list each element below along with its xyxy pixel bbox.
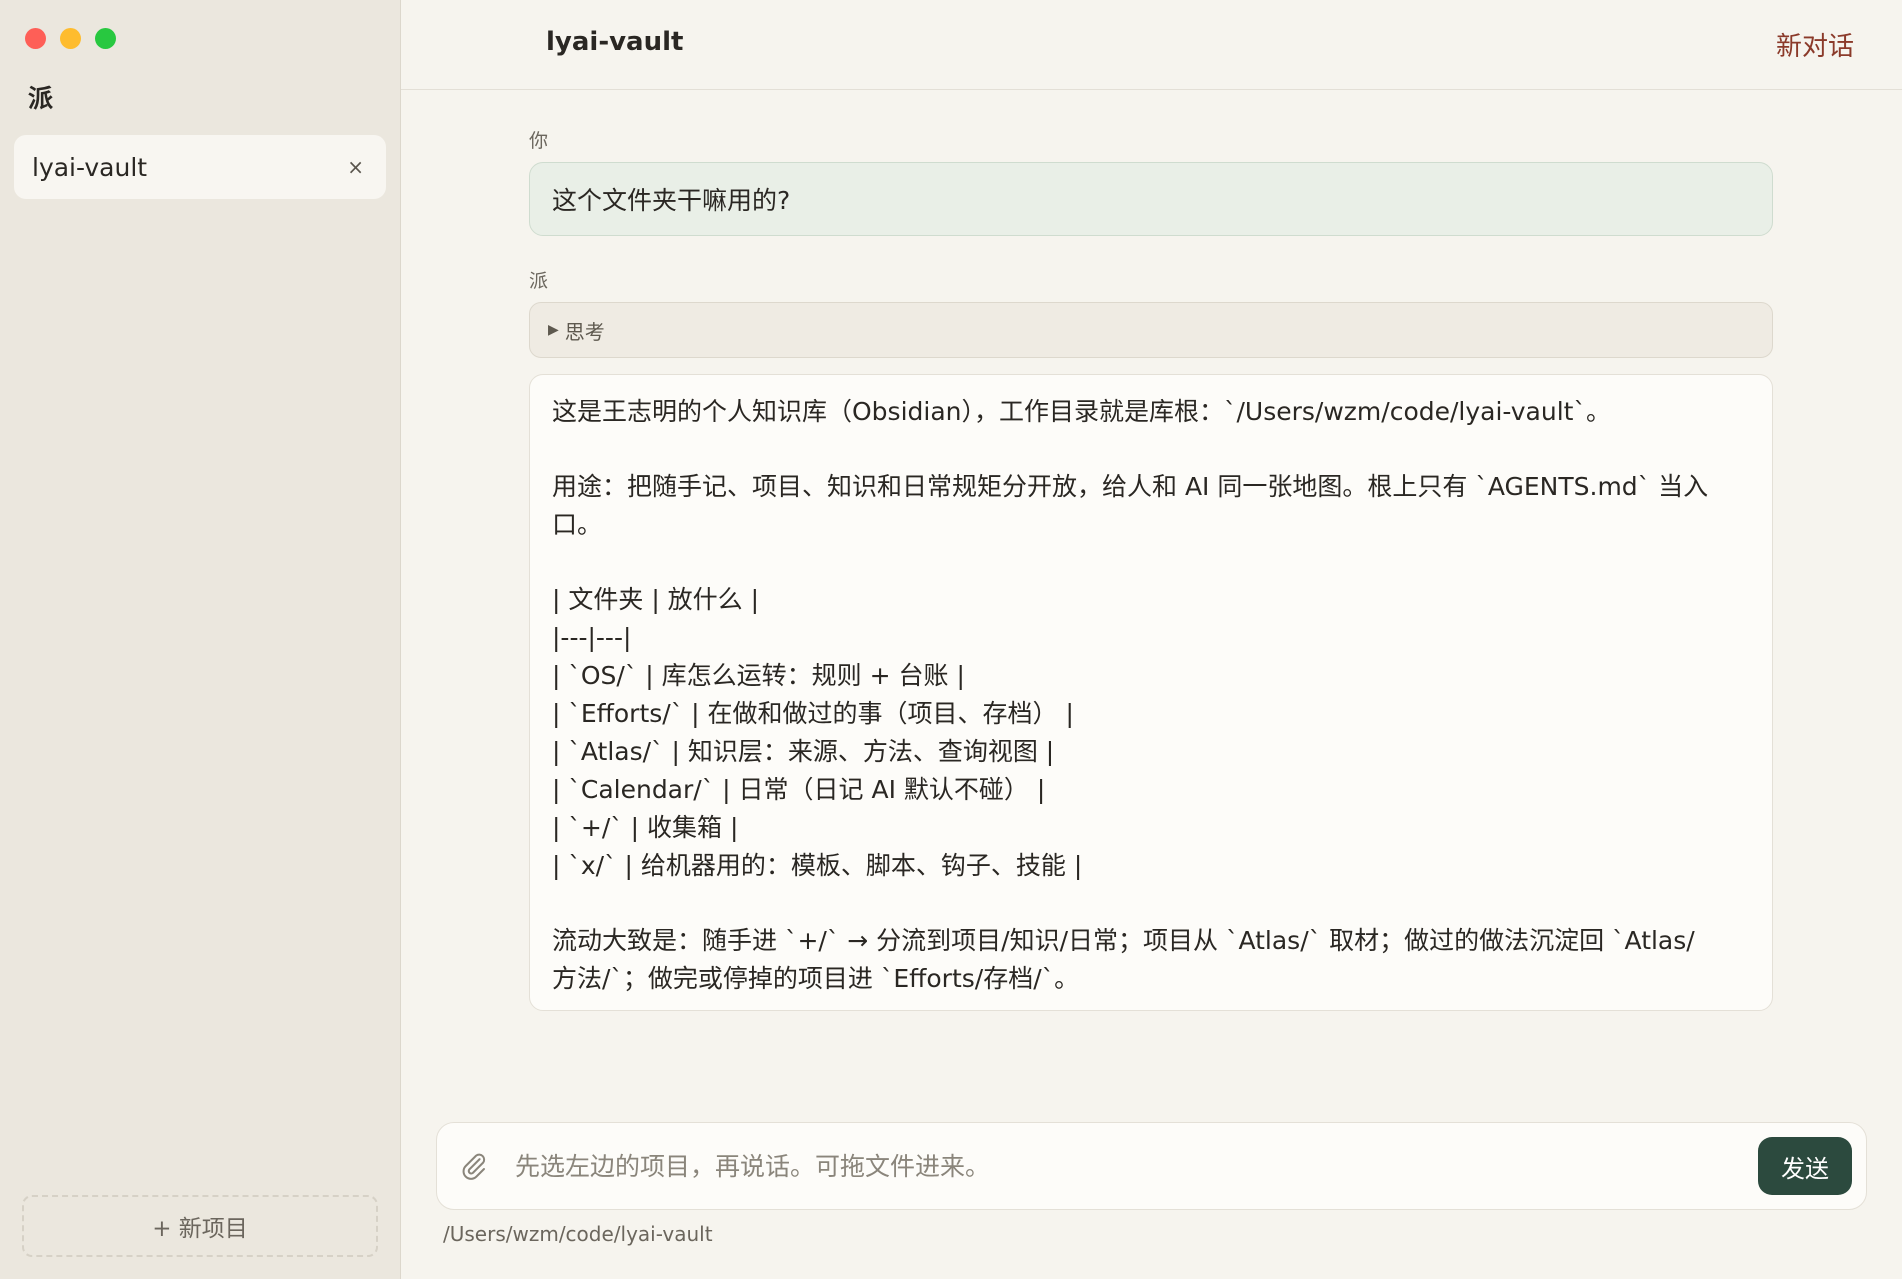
- message-input[interactable]: [515, 1141, 1515, 1191]
- paperclip-icon[interactable]: [459, 1151, 489, 1181]
- project-label: lyai-vault: [32, 152, 148, 182]
- new-project-button[interactable]: + 新项目: [22, 1195, 378, 1257]
- close-icon[interactable]: ×: [347, 155, 364, 179]
- assistant-paragraph: 用途：把随手记、项目、知识和日常规矩分开放，给人和 AI 同一张地图。根上只有 …: [552, 472, 1709, 539]
- composer: 发送: [436, 1122, 1867, 1210]
- sidebar: 派 lyai-vault × + 新项目: [0, 0, 401, 1279]
- assistant-table-text: | 文件夹 | 放什么 | |---|---| | `OS/` | 库怎么运转：…: [552, 585, 1083, 880]
- thinking-toggle[interactable]: ▶ 思考: [529, 302, 1773, 358]
- app-name: 派: [28, 84, 54, 113]
- close-window-button[interactable]: [25, 28, 46, 49]
- assistant-paragraph: 流动大致是：随手进 `+/` → 分流到项目/知识/日常；项目从 `Atlas/…: [552, 926, 1695, 993]
- user-message: 这个文件夹干嘛用的?: [529, 162, 1773, 236]
- window-controls: [25, 28, 116, 49]
- minimize-window-button[interactable]: [60, 28, 81, 49]
- assistant-paragraph: 这是王志明的个人知识库（Obsidian），工作目录就是库根：`/Users/w…: [552, 397, 1611, 426]
- zoom-window-button[interactable]: [95, 28, 116, 49]
- main-panel: lyai-vault 新对话 你 这个文件夹干嘛用的? 派 ▶ 思考 这是王志明…: [401, 0, 1902, 1279]
- assistant-role-label: 派: [529, 270, 549, 292]
- assistant-message: 这是王志明的个人知识库（Obsidian），工作目录就是库根：`/Users/w…: [529, 374, 1773, 1011]
- user-message-text: 这个文件夹干嘛用的?: [552, 186, 791, 215]
- working-directory-path: /Users/wzm/code/lyai-vault: [443, 1222, 713, 1246]
- user-role-label: 你: [529, 130, 549, 152]
- app-window: 派 lyai-vault × + 新项目 lyai-vault 新对话 你 这个…: [0, 0, 1902, 1279]
- disclosure-triangle-icon: ▶: [548, 322, 559, 338]
- send-button[interactable]: 发送: [1758, 1137, 1852, 1195]
- page-title: lyai-vault: [546, 27, 684, 57]
- header: lyai-vault 新对话: [401, 0, 1902, 90]
- sidebar-item-lyai-vault[interactable]: lyai-vault ×: [14, 135, 386, 199]
- new-chat-button[interactable]: 新对话: [1776, 26, 1854, 63]
- thinking-label: 思考: [564, 319, 605, 344]
